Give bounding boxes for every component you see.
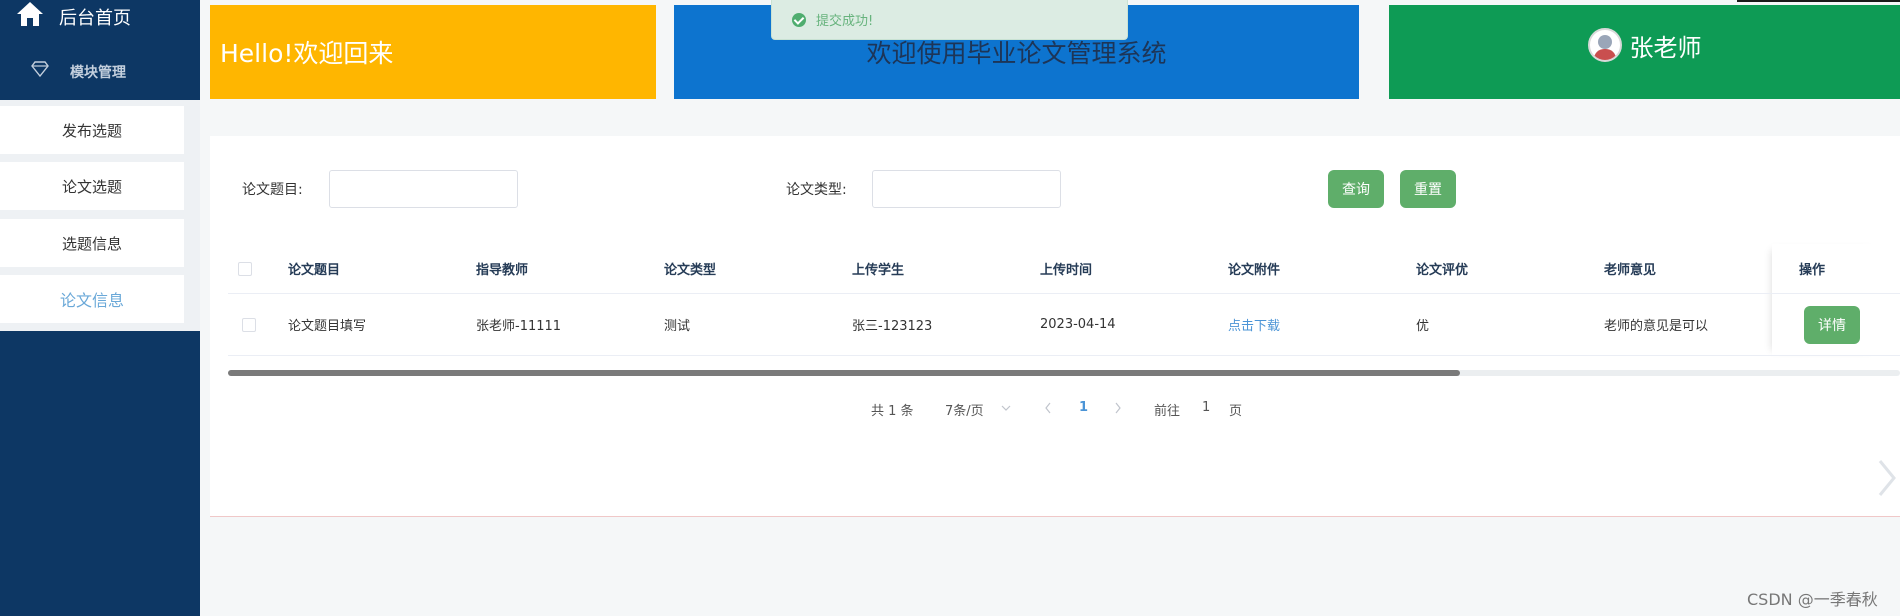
select-all-checkbox[interactable] [238,261,252,276]
column-header[interactable]: 指导教师 [476,244,528,293]
table-row: 论文题目填写 张老师-11111 测试 张三-123123 2023-04-14… [228,294,1900,356]
greeting-card: Hello!欢迎回来 [210,5,656,99]
thesis-type-input[interactable] [872,170,1061,208]
download-link[interactable]: 点击下载 [1228,294,1280,355]
column-header[interactable]: 上传时间 [1040,244,1092,293]
goto-page-input[interactable]: 1 [1202,400,1210,415]
cell-title: 论文题目填写 [288,319,367,334]
sidebar-home-label: 后台首页 [59,8,131,29]
sidebar-module-label: 模块管理 [70,65,126,81]
current-page[interactable]: 1 [1079,400,1088,415]
page-size-select[interactable]: 7条/页 [945,400,984,419]
select-all-cell [238,244,252,293]
cell-type: 测试 [664,319,691,334]
user-card: 张老师 [1389,5,1900,99]
column-header[interactable]: 老师意见 [1604,244,1656,293]
chevron-right-icon[interactable] [1114,402,1122,414]
watermark: CSDN @一季春秋 [1747,590,1878,609]
greeting-text: Hello!欢迎回来 [220,39,394,68]
chevron-down-icon[interactable] [1001,404,1011,412]
goto-prefix: 前往 [1154,404,1181,419]
thesis-title-label: 论文题目: [242,182,303,198]
main-panel: 论文题目: 论文类型: 查询 重置 论文题目 指导教师 论文类型 上传学生 上传… [210,136,1900,517]
actions-cell: 详情 [1804,294,1860,355]
thesis-title-input[interactable] [329,170,518,208]
chevron-left-icon[interactable] [1044,402,1052,414]
row-checkbox[interactable] [242,317,256,332]
teacher-name: 张老师 [1629,33,1702,62]
sidebar-item-topic-info[interactable]: 选题信息 [0,219,184,267]
sidebar: 后台首页 模块管理 发布选题 论文选题 选题信息 论文信息 [0,0,200,616]
diamond-icon [31,61,49,77]
column-header[interactable]: 论文附件 [1228,244,1280,293]
sidebar-submenu: 发布选题 论文选题 选题信息 论文信息 [0,100,200,331]
column-header[interactable]: 操作 [1799,244,1825,293]
sidebar-item-thesis-topics[interactable]: 论文选题 [0,162,184,210]
reset-button[interactable]: 重置 [1400,170,1456,208]
cell-rating: 优 [1416,319,1430,334]
thesis-type-label: 论文类型: [786,182,847,198]
column-header[interactable]: 论文评优 [1416,244,1468,293]
column-header[interactable]: 论文类型 [664,244,716,293]
home-icon [17,2,43,26]
horizontal-scrollbar[interactable] [228,370,1460,376]
goto-suffix: 页 [1229,404,1243,419]
sidebar-item-thesis-info[interactable]: 论文信息 [0,275,184,323]
success-toast: 提交成功! [771,0,1128,40]
user-info[interactable]: 张老师 [1587,28,1702,63]
top-strip [1737,0,1900,2]
column-header[interactable]: 论文题目 [288,244,340,293]
toast-message: 提交成功! [816,14,874,29]
column-header[interactable]: 上传学生 [852,244,904,293]
cell-comment: 老师的意见是可以 [1604,319,1709,334]
cell-upload-time: 2023-04-14 [1040,317,1116,332]
cell-student: 张三-123123 [852,319,933,334]
pagination-total: 共 1 条 [871,404,914,419]
query-button[interactable]: 查询 [1328,170,1384,208]
sidebar-item-publish-topic[interactable]: 发布选题 [0,106,184,154]
chevron-right-large-icon[interactable] [1876,458,1898,498]
sidebar-module-management[interactable]: 模块管理 [0,52,200,88]
avatar [1587,28,1622,62]
sidebar-home[interactable]: 后台首页 [0,0,200,32]
cell-teacher: 张老师-11111 [476,319,562,334]
detail-button[interactable]: 详情 [1804,305,1860,344]
row-select-cell [242,294,256,355]
table-header: 论文题目 指导教师 论文类型 上传学生 上传时间 论文附件 论文评优 老师意见 … [228,244,1900,294]
check-circle-icon [792,12,806,27]
